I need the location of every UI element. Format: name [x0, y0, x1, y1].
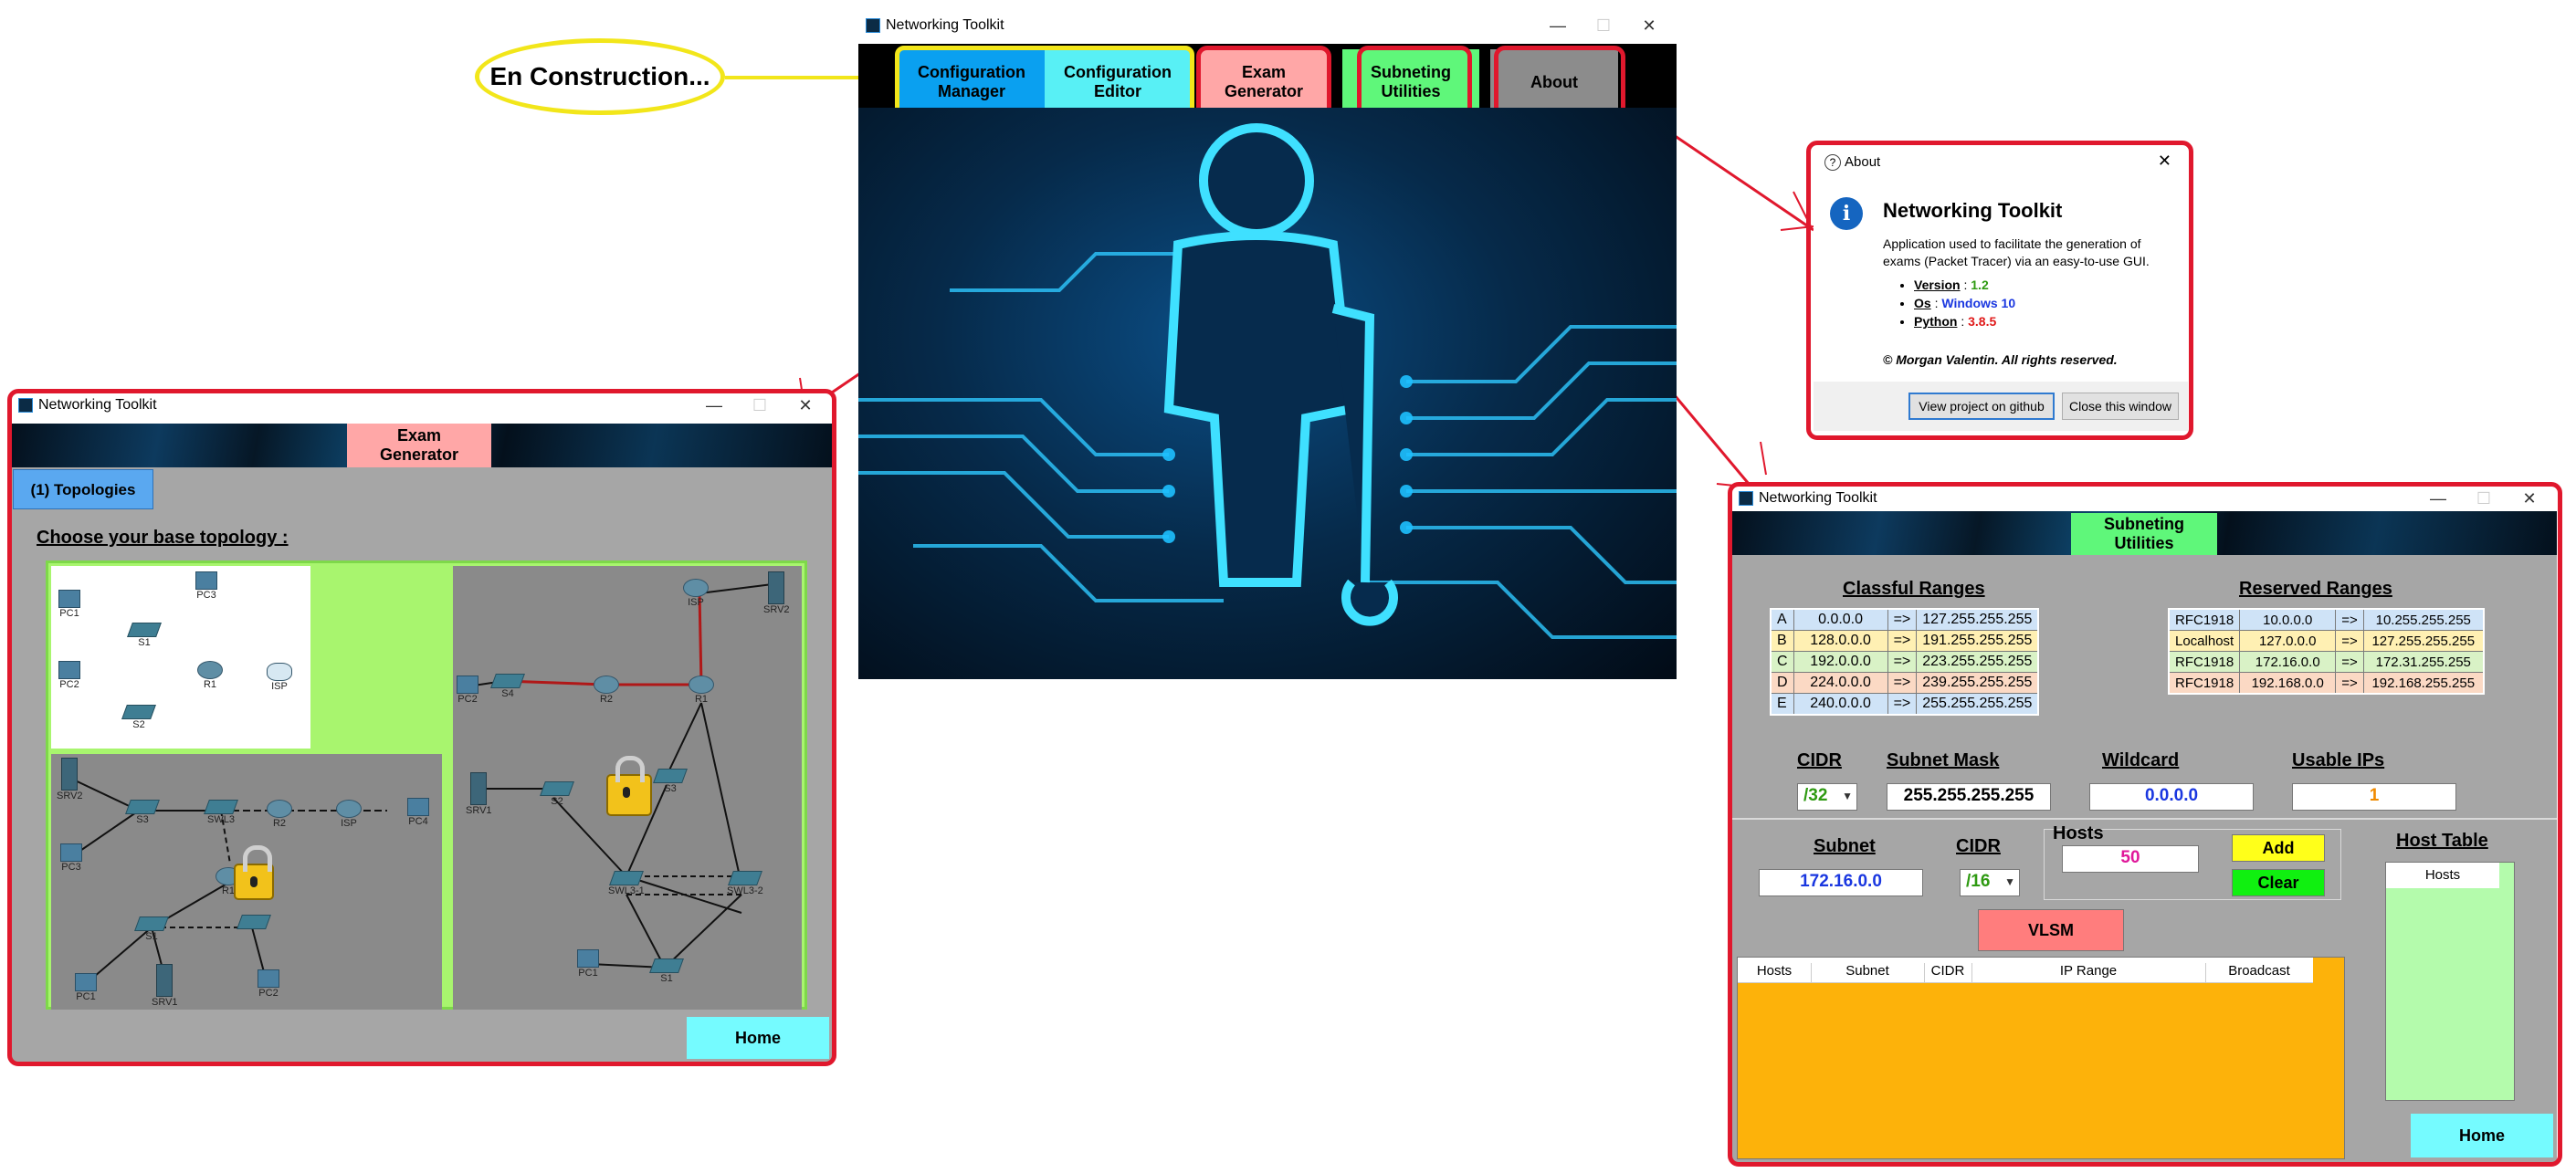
app-icon — [866, 18, 880, 33]
maximize-icon[interactable]: ☐ — [1585, 15, 1622, 37]
main-titlebar: Networking Toolkit — ☐ ✕ — [858, 13, 1677, 38]
exam-window-frame — [7, 389, 836, 1066]
main-window: Networking Toolkit — ☐ ✕ Configuration M… — [858, 13, 1677, 683]
circuit-worker-icon — [858, 123, 1677, 639]
subnet-window-frame — [1728, 482, 2562, 1167]
hero-image — [858, 108, 1677, 679]
close-icon[interactable]: ✕ — [1631, 15, 1667, 37]
arrow-tick-subnet — [1716, 441, 1767, 488]
about-dialog-frame — [1806, 141, 2193, 440]
main-window-title: Networking Toolkit — [886, 17, 1004, 33]
minimize-icon[interactable]: — — [1540, 15, 1576, 37]
